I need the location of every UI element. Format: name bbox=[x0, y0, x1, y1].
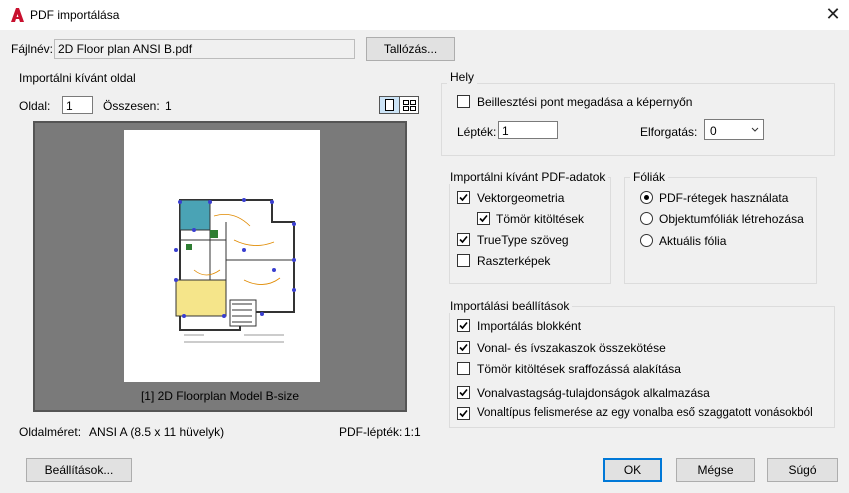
preview-page bbox=[124, 130, 320, 382]
total-label: Összesen: bbox=[103, 99, 160, 113]
create-object-layers-radio[interactable] bbox=[640, 212, 653, 225]
preview-caption: [1] 2D Floorplan Model B-size bbox=[140, 389, 300, 403]
use-pdf-layers-label: PDF-rétegek használata bbox=[659, 191, 789, 205]
vector-checkbox[interactable] bbox=[457, 191, 470, 204]
pdf-preview: [1] 2D Floorplan Model B-size bbox=[33, 121, 407, 412]
page-size-label: Oldalméret: bbox=[19, 425, 82, 439]
scale-input[interactable]: 1 bbox=[498, 121, 558, 139]
current-layer-radio[interactable] bbox=[640, 234, 653, 247]
scale-label: Lépték: bbox=[457, 125, 497, 139]
rotation-value: 0 bbox=[710, 124, 717, 138]
create-object-layers-label: Objektumfóliák létrehozása bbox=[659, 212, 804, 226]
vector-label: Vektorgeometria bbox=[477, 191, 565, 205]
page-size-value: ANSI A (8.5 x 11 hüvelyk) bbox=[89, 425, 225, 439]
layers-group-title: Fóliák bbox=[630, 170, 669, 184]
checkmark-icon bbox=[459, 321, 468, 330]
infer-linetypes-label: Vonaltípus felismerése az egy vonalba es… bbox=[477, 407, 813, 419]
location-group bbox=[441, 83, 835, 156]
page-label: Oldal: bbox=[19, 99, 51, 113]
specify-onscreen-label: Beillesztési pont megadása a képernyőn bbox=[477, 95, 693, 109]
specify-onscreen-checkbox[interactable] bbox=[457, 95, 470, 108]
truetype-checkbox[interactable] bbox=[457, 233, 470, 246]
page-number-input[interactable]: 1 bbox=[62, 96, 93, 114]
floorplan-thumbnail bbox=[174, 198, 296, 343]
checkmark-icon bbox=[459, 235, 468, 244]
help-button[interactable]: Súgó bbox=[767, 458, 838, 482]
infer-linetypes-checkbox[interactable] bbox=[457, 407, 470, 420]
lineweight-checkbox[interactable] bbox=[457, 386, 470, 399]
import-options-group-title: Importálási beállítások bbox=[447, 299, 573, 313]
use-pdf-layers-radio[interactable] bbox=[640, 191, 653, 204]
cancel-button[interactable]: Mégse bbox=[676, 458, 755, 482]
fills-to-hatch-label: Tömör kitöltések sraffozássá alakítása bbox=[477, 362, 681, 376]
checkmark-icon bbox=[459, 388, 468, 397]
view-toggle bbox=[379, 96, 419, 114]
raster-label: Raszterképek bbox=[477, 254, 551, 268]
dialog-title: PDF importálása bbox=[30, 8, 120, 22]
checkmark-icon bbox=[459, 409, 468, 418]
raster-checkbox[interactable] bbox=[457, 254, 470, 267]
file-name-label: Fájlnév: bbox=[11, 42, 54, 56]
truetype-label: TrueType szöveg bbox=[477, 233, 569, 247]
checkmark-icon bbox=[459, 343, 468, 352]
total-value: 1 bbox=[165, 99, 172, 113]
as-block-checkbox[interactable] bbox=[457, 319, 470, 332]
title-bar bbox=[0, 0, 849, 30]
checkmark-icon bbox=[459, 193, 468, 202]
solid-fills-label: Tömör kitöltések bbox=[496, 212, 585, 226]
join-segments-label: Vonal- és ívszakaszok összekötése bbox=[477, 341, 666, 355]
thumbnails-icon bbox=[403, 100, 416, 111]
pdf-scale-value: 1:1 bbox=[404, 425, 421, 439]
join-segments-checkbox[interactable] bbox=[457, 341, 470, 354]
autocad-a-icon bbox=[11, 8, 24, 22]
ok-button[interactable]: OK bbox=[603, 458, 662, 482]
rotation-select[interactable]: 0 bbox=[704, 119, 764, 140]
chevron-down-icon bbox=[751, 127, 759, 132]
checkmark-icon bbox=[479, 214, 488, 223]
rotation-label: Elforgatás: bbox=[640, 125, 698, 139]
pdf-data-group-title: Importálni kívánt PDF-adatok bbox=[447, 170, 609, 184]
browse-button[interactable]: Tallózás... bbox=[366, 37, 455, 61]
single-page-icon bbox=[385, 99, 394, 111]
as-block-label: Importálás blokként bbox=[477, 319, 582, 333]
location-group-title: Hely bbox=[447, 70, 478, 84]
radio-dot bbox=[644, 195, 649, 200]
solid-fills-checkbox[interactable] bbox=[477, 212, 490, 225]
pdf-scale-label: PDF-lépték: bbox=[339, 425, 403, 439]
fills-to-hatch-checkbox[interactable] bbox=[457, 362, 470, 375]
current-layer-label: Aktuális fólia bbox=[659, 234, 727, 248]
lineweight-label: Vonalvastagság-tulajdonságok alkalmazása bbox=[477, 386, 710, 400]
thumbnail-view-button[interactable] bbox=[400, 97, 419, 113]
single-page-view-button[interactable] bbox=[380, 97, 400, 113]
settings-button[interactable]: Beállítások... bbox=[26, 458, 132, 482]
file-name-field: 2D Floor plan ANSI B.pdf bbox=[54, 39, 355, 59]
close-icon[interactable]: ✕ bbox=[824, 5, 842, 23]
page-group-title: Importálni kívánt oldal bbox=[19, 71, 136, 85]
